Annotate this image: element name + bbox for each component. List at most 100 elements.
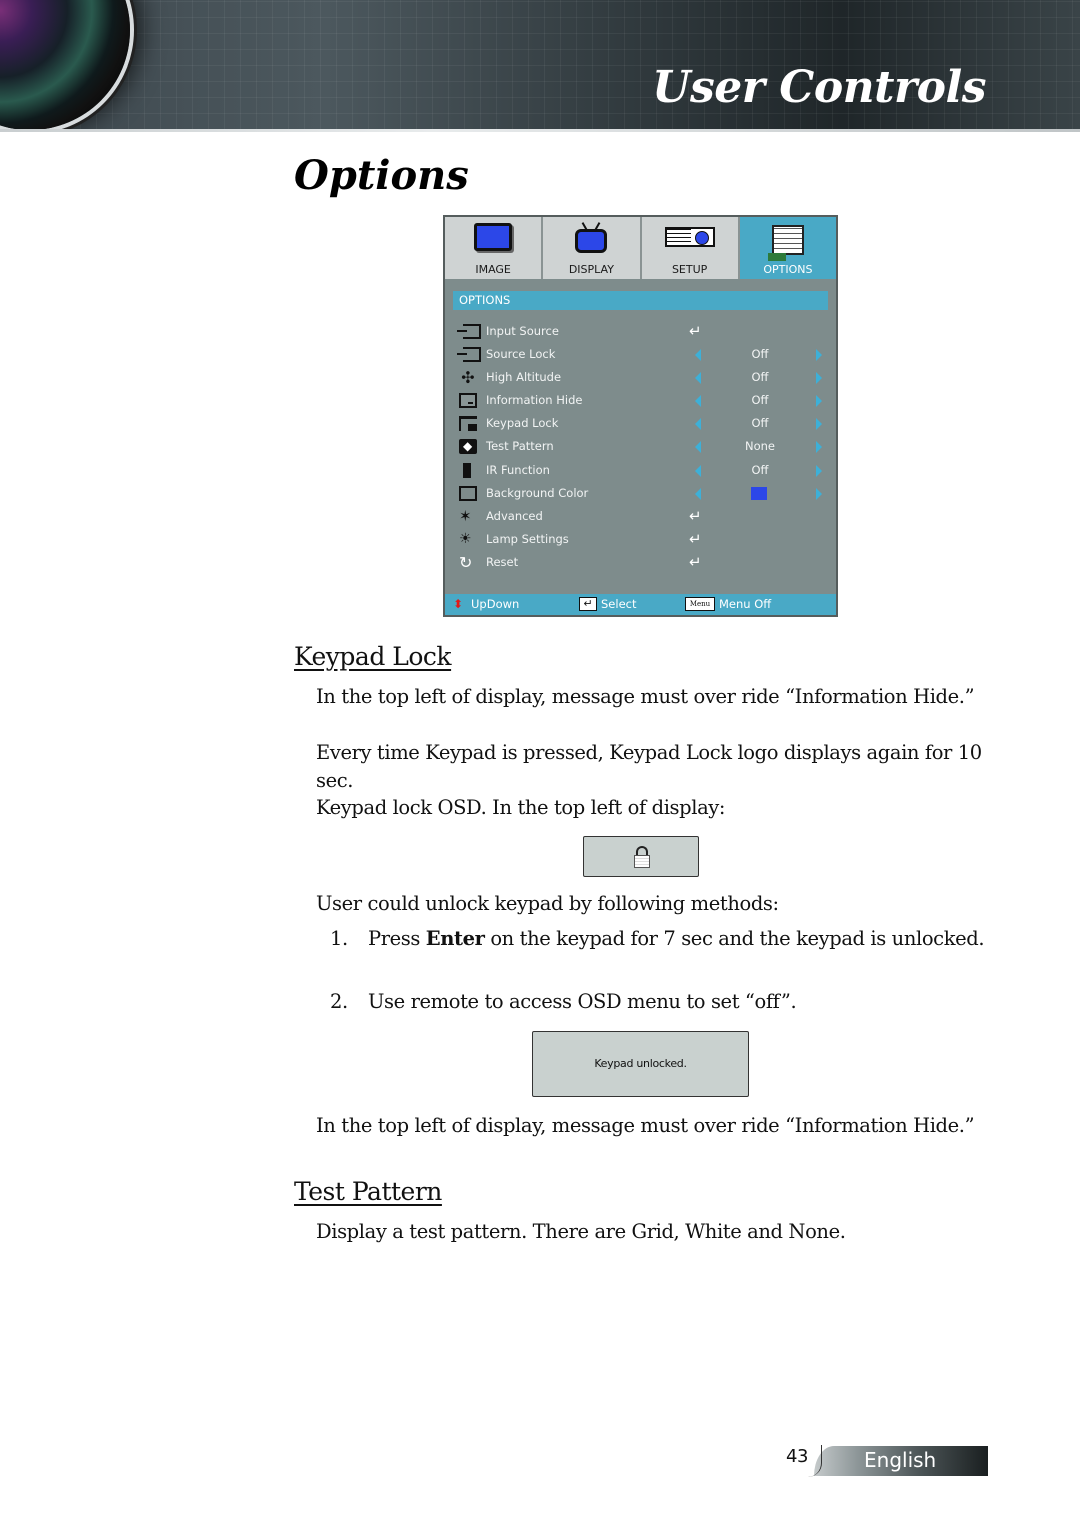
osd-item-background-color[interactable]: Background Color [445, 482, 836, 505]
item-value: Off [751, 393, 769, 408]
osd-item-high-altitude[interactable]: ✣ High Altitude Off [445, 366, 836, 389]
keypad-icon [459, 416, 477, 432]
keypad-unlocked-osd: Keypad unlocked. [532, 1031, 749, 1097]
menu-key-icon: Menu [685, 597, 715, 611]
projector-icon [664, 227, 715, 247]
item-value: Off [751, 462, 769, 477]
tab-label: OPTIONS [763, 263, 813, 276]
osd-item-ir-function[interactable]: IR Function Off [445, 459, 836, 482]
item-label: Test Pattern [486, 439, 554, 454]
advanced-icon: ✶ [459, 506, 472, 525]
enter-key-label: Enter [425, 927, 485, 950]
item-label: Input Source [486, 324, 559, 338]
arrow-right-icon[interactable] [816, 372, 822, 385]
item-label: Source Lock [486, 347, 556, 362]
arrow-left-icon[interactable] [695, 395, 701, 408]
banner-divider [0, 129, 1080, 132]
arrow-left-icon[interactable] [695, 418, 701, 431]
arrow-left-icon[interactable] [695, 372, 701, 385]
osd-item-list: Input Source ↵ Source Lock Off ✣ High Al… [445, 320, 836, 574]
page-number: 43 [786, 1446, 808, 1467]
tv-icon [575, 229, 608, 253]
test-pattern-paragraph: Display a test pattern. There are Grid, … [316, 1220, 846, 1243]
osd-item-lamp-settings[interactable]: ☀ Lamp Settings ↵ [445, 528, 836, 551]
keypad-lock-heading: Keypad Lock [294, 642, 452, 671]
item-label: Advanced [486, 508, 543, 523]
keypad-lock-osd [583, 836, 699, 877]
keypad-lock-paragraph-5: In the top left of display, message must… [316, 1114, 975, 1137]
item-label: High Altitude [486, 370, 562, 385]
arrow-right-icon[interactable] [816, 464, 822, 477]
tab-label: DISPLAY [568, 263, 614, 276]
osd-item-test-pattern[interactable]: Test Pattern None [445, 435, 836, 458]
enter-icon: ↵ [689, 322, 702, 340]
menu-off-hint: Menu Off [719, 597, 772, 611]
arrow-left-icon[interactable] [695, 349, 701, 362]
keypad-lock-paragraph-3: Keypad lock OSD. In the top left of disp… [316, 796, 726, 819]
updown-hint: UpDown [471, 597, 520, 611]
lens-graphic [0, 0, 130, 130]
unlock-method-item: 1. Press Enter on the keypad for 7 sec a… [330, 925, 988, 953]
input-source-icon [457, 324, 481, 339]
select-hint: Select [601, 597, 637, 611]
test-pattern-heading: Test Pattern [294, 1177, 442, 1206]
item-label: IR Function [486, 462, 550, 477]
header-banner: User Controls [0, 0, 1080, 130]
osd-footer-bar: ⬍ UpDown ↵ Select Menu Menu Off [445, 594, 836, 615]
remote-icon [463, 462, 471, 478]
item-value: Off [751, 370, 769, 385]
enter-icon: ↵ [689, 529, 702, 548]
osd-item-keypad-lock[interactable]: Keypad Lock Off [445, 412, 836, 435]
lamp-icon: ☀ [459, 530, 472, 547]
lock-icon [634, 846, 650, 868]
osd-tab-bar: IMAGE DISPLAY SETUP OPTIONS [445, 217, 836, 279]
tab-display[interactable]: DISPLAY [543, 217, 642, 279]
osd-item-reset[interactable]: ↻ Reset ↵ [445, 551, 836, 574]
background-color-icon [459, 485, 477, 501]
tab-setup[interactable]: SETUP [642, 217, 740, 279]
tab-image[interactable]: IMAGE [445, 217, 544, 279]
arrow-right-icon[interactable] [816, 418, 822, 431]
color-swatch [751, 486, 767, 500]
item-label: Keypad Lock [486, 416, 559, 431]
enter-key-icon: ↵ [579, 597, 597, 611]
item-value: Off [751, 416, 769, 431]
item-label: Information Hide [486, 393, 583, 408]
info-hide-icon [459, 393, 477, 409]
arrow-right-icon[interactable] [816, 349, 822, 362]
monitor-icon [474, 223, 513, 251]
arrow-left-icon[interactable] [695, 487, 701, 500]
tab-label: SETUP [671, 263, 708, 276]
osd-item-advanced[interactable]: ✶ Advanced ↵ [445, 505, 836, 528]
osd-item-information-hide[interactable]: Information Hide Off [445, 389, 836, 412]
osd-item-input-source[interactable]: Input Source ↵ [445, 320, 836, 343]
chapter-title: User Controls [652, 62, 986, 113]
unlock-methods-intro: User could unlock keypad by following me… [316, 892, 779, 915]
item-label: Background Color [486, 485, 589, 500]
arrow-right-icon[interactable] [816, 441, 822, 454]
tab-options[interactable]: OPTIONS [739, 217, 836, 279]
arrow-right-icon[interactable] [816, 395, 822, 408]
list-text: Use remote to access OSD menu to set “of… [368, 990, 797, 1013]
updown-arrow-icon: ⬍ [453, 597, 464, 611]
unlock-method-item: 2. Use remote to access OSD menu to set … [330, 988, 988, 1016]
notepad-icon [767, 225, 804, 261]
section-title: Options [294, 152, 469, 199]
enter-icon: ↵ [689, 552, 702, 571]
tab-label: IMAGE [475, 263, 511, 276]
item-label: Reset [486, 554, 519, 569]
test-pattern-icon [459, 435, 477, 458]
osd-menu: IMAGE DISPLAY SETUP OPTIONS OPTIONS Inpu… [443, 215, 838, 617]
arrow-right-icon[interactable] [816, 487, 822, 500]
list-number: 1. [330, 927, 348, 950]
fan-icon: ✣ [461, 368, 475, 388]
language-label: English [864, 1448, 937, 1472]
source-lock-icon [457, 347, 481, 363]
arrow-left-icon[interactable] [695, 464, 701, 477]
item-value: Off [751, 347, 769, 362]
osd-section-header: OPTIONS [453, 291, 828, 310]
arrow-left-icon[interactable] [695, 441, 701, 454]
page-footer: 43 English [786, 1445, 988, 1477]
osd-item-source-lock[interactable]: Source Lock Off [445, 343, 836, 366]
keypad-lock-paragraph-2: Every time Keypad is pressed, Keypad Loc… [316, 741, 982, 792]
